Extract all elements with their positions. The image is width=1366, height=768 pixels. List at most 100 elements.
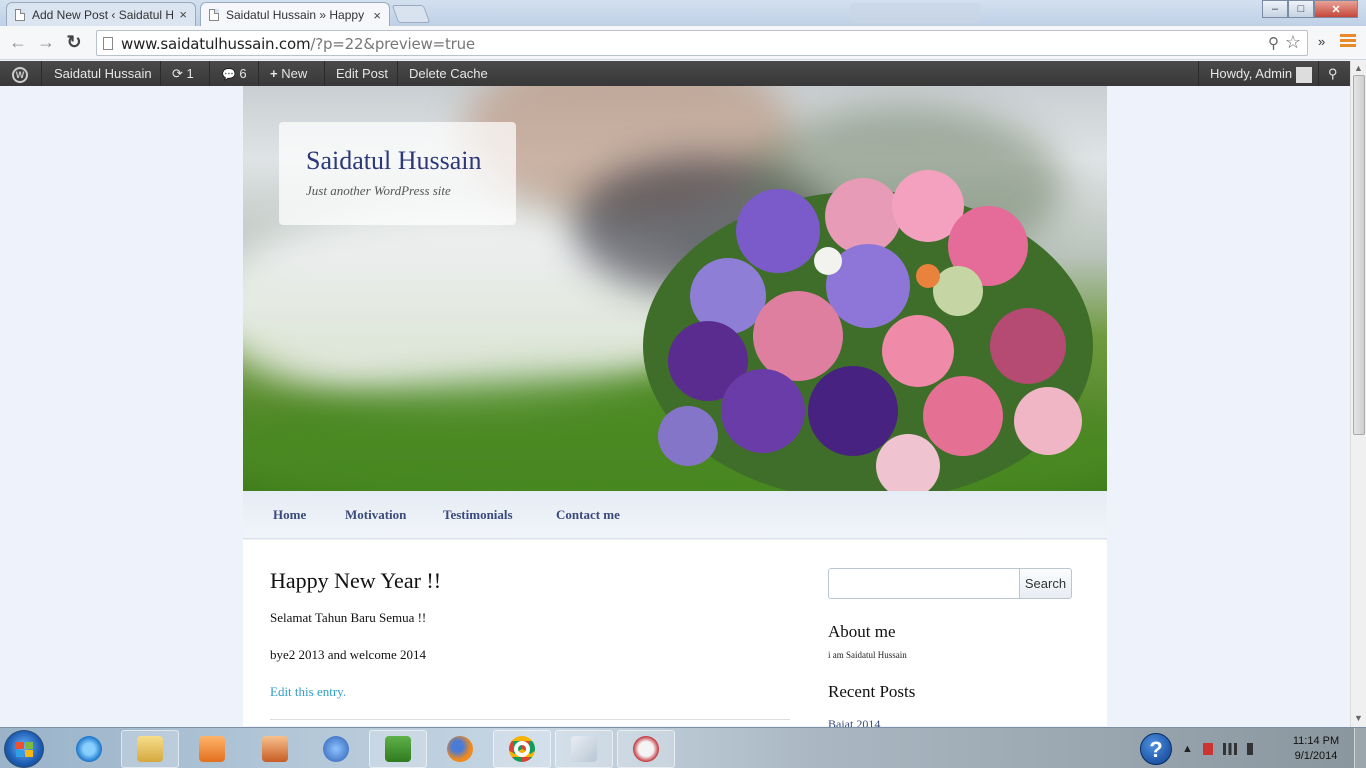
nav-item-testimonials[interactable]: Testimonials xyxy=(443,507,513,523)
extensions-chevron-icon[interactable]: » xyxy=(1318,34,1325,49)
browser-toolbar: ← → ↻ www.saidatulhussain.com/?p=22&prev… xyxy=(0,26,1366,60)
about-me-text: i am Saidatul Hussain xyxy=(828,650,907,660)
taskbar-presentation[interactable] xyxy=(246,730,304,768)
nav-item-home[interactable]: Home xyxy=(273,507,306,523)
nav-item-contact-me[interactable]: Contact me xyxy=(556,507,620,523)
admin-bar-comments[interactable]: 💬 6 xyxy=(212,61,257,86)
admin-bar-site-name[interactable]: Saidatul Hussain xyxy=(44,61,162,86)
media-player-icon xyxy=(199,736,225,762)
snipping-tool-icon xyxy=(633,736,659,762)
network-signal-icon[interactable] xyxy=(1222,743,1237,755)
taskbar-media-player[interactable] xyxy=(183,730,241,768)
system-tray: ? ▲ xyxy=(1140,730,1259,768)
bookmark-star-icon[interactable]: ☆ xyxy=(1285,32,1301,53)
volume-icon[interactable] xyxy=(1246,743,1259,755)
about-me-widget-title: About me xyxy=(828,622,896,641)
wp-logo-menu[interactable]: W xyxy=(2,61,38,86)
edit-entry-link[interactable]: Edit this entry. xyxy=(270,684,346,700)
new-tab-button[interactable] xyxy=(391,5,431,23)
admin-bar-divider xyxy=(258,61,259,86)
scroll-up-icon[interactable]: ▲ xyxy=(1354,63,1363,73)
admin-bar-divider xyxy=(209,61,210,86)
browser-tab-strip: Add New Post ‹ Saidatul H × Saidatul Hus… xyxy=(0,0,1366,27)
taskbar-explorer[interactable] xyxy=(121,730,179,768)
comments-count: 6 xyxy=(239,66,247,81)
page-icon xyxy=(15,8,25,21)
site-description: Just another WordPress site xyxy=(306,183,451,198)
taskbar-internet-explorer[interactable] xyxy=(60,730,118,768)
taskbar-thunderbird[interactable] xyxy=(307,730,365,768)
close-window-button[interactable]: ✕ xyxy=(1314,0,1358,18)
address-url[interactable]: www.saidatulhussain.com/?p=22&preview=tr… xyxy=(121,35,475,53)
post-paragraph: Selamat Tahun Baru Semua !! xyxy=(270,610,427,625)
background-window-ghost xyxy=(850,3,980,23)
site-title[interactable]: Saidatul Hussain xyxy=(306,146,482,176)
maximize-button[interactable]: □ xyxy=(1288,0,1314,18)
scroll-thumb[interactable] xyxy=(1353,75,1365,435)
sidebar-search-button[interactable]: Search xyxy=(1019,568,1072,599)
admin-bar-delete-cache[interactable]: Delete Cache xyxy=(399,61,498,86)
firefox-icon xyxy=(447,736,473,762)
tab-close-icon[interactable]: × xyxy=(373,8,381,23)
admin-bar-account[interactable]: Howdy, Admin xyxy=(1200,61,1322,86)
url-host: www.saidatulhussain.com xyxy=(121,35,311,53)
avatar xyxy=(1296,66,1313,83)
taskbar-snipping-tool[interactable] xyxy=(617,730,675,768)
site-branding-box: Saidatul Hussain Just another WordPress … xyxy=(279,122,516,225)
howdy-label: Howdy, Admin xyxy=(1210,66,1293,81)
taskbar-clock[interactable]: 11:14 PM 9/1/2014 xyxy=(1286,734,1346,764)
tab-title: Add New Post ‹ Saidatul H xyxy=(32,7,174,22)
taskbar-firefox[interactable] xyxy=(431,730,489,768)
address-bar[interactable]: www.saidatulhussain.com/?p=22&preview=tr… xyxy=(96,30,1308,56)
admin-bar-edit-post[interactable]: Edit Post xyxy=(326,61,398,86)
show-desktop-button[interactable] xyxy=(1354,728,1366,768)
chrome-menu-icon[interactable] xyxy=(1340,34,1356,50)
post-title: Happy New Year !! xyxy=(270,568,442,593)
page-icon xyxy=(103,37,113,50)
taskbar-paint[interactable] xyxy=(555,730,613,768)
entry-divider xyxy=(270,719,790,720)
nav-item-motivation[interactable]: Motivation xyxy=(345,507,406,523)
paint-palette-icon xyxy=(571,736,597,762)
help-icon[interactable]: ? xyxy=(1140,733,1172,765)
start-button[interactable] xyxy=(4,730,44,768)
zoom-icon[interactable]: ⚲ xyxy=(1268,34,1279,52)
taskbar-chrome[interactable] xyxy=(493,730,551,768)
tab-close-icon[interactable]: × xyxy=(179,7,187,22)
windows-taskbar: ? ▲ 11:14 PM 9/1/2014 xyxy=(0,727,1366,768)
updates-count: 1 xyxy=(186,66,194,81)
page-scrollbar[interactable]: ▲ ▼ xyxy=(1350,61,1366,727)
url-path: /?p=22&preview=true xyxy=(310,35,475,53)
folder-icon xyxy=(137,736,163,762)
new-label: New xyxy=(281,66,308,81)
thunderbird-icon xyxy=(323,736,349,762)
sidebar-search-input[interactable] xyxy=(828,568,1020,599)
back-button[interactable]: ← xyxy=(8,32,28,52)
wordpress-logo-icon: W xyxy=(12,67,28,83)
minimize-button[interactable]: – xyxy=(1262,0,1288,18)
windows-flag-icon xyxy=(16,742,33,757)
forward-button[interactable]: → xyxy=(36,32,56,52)
admin-bar-new[interactable]: + New xyxy=(260,61,317,86)
header-image: Saidatul Hussain Just another WordPress … xyxy=(243,86,1107,491)
battery-icon[interactable] xyxy=(1202,743,1213,755)
tab-title: Saidatul Hussain » Happy xyxy=(226,8,365,22)
admin-bar-search-icon[interactable]: ⚲ xyxy=(1320,61,1346,86)
main-navigation: Home Motivation Testimonials Contact me xyxy=(243,491,1107,539)
admin-bar-updates[interactable]: ⟳ 1 xyxy=(162,61,204,86)
taskbar-hp-app[interactable] xyxy=(369,730,427,768)
site-page: Saidatul Hussain Just another WordPress … xyxy=(243,86,1107,731)
scroll-down-icon[interactable]: ▼ xyxy=(1354,713,1363,723)
plus-icon: + xyxy=(270,66,278,81)
reload-button[interactable]: ↻ xyxy=(64,32,84,52)
wp-admin-bar: W Saidatul Hussain ⟳ 1 💬 6 + New Edit Po… xyxy=(0,61,1350,86)
tab-add-new-post[interactable]: Add New Post ‹ Saidatul H × xyxy=(6,2,196,26)
admin-bar-divider xyxy=(41,61,42,86)
tab-saidatul-hussain-happy[interactable]: Saidatul Hussain » Happy × xyxy=(200,2,390,27)
flower-bouquet-image xyxy=(643,170,1093,491)
internet-explorer-icon xyxy=(76,736,102,762)
clock-time: 11:14 PM xyxy=(1292,735,1340,747)
admin-bar-divider xyxy=(160,61,161,86)
page-icon xyxy=(209,9,219,21)
show-hidden-icons-arrow-icon[interactable]: ▲ xyxy=(1182,743,1193,755)
